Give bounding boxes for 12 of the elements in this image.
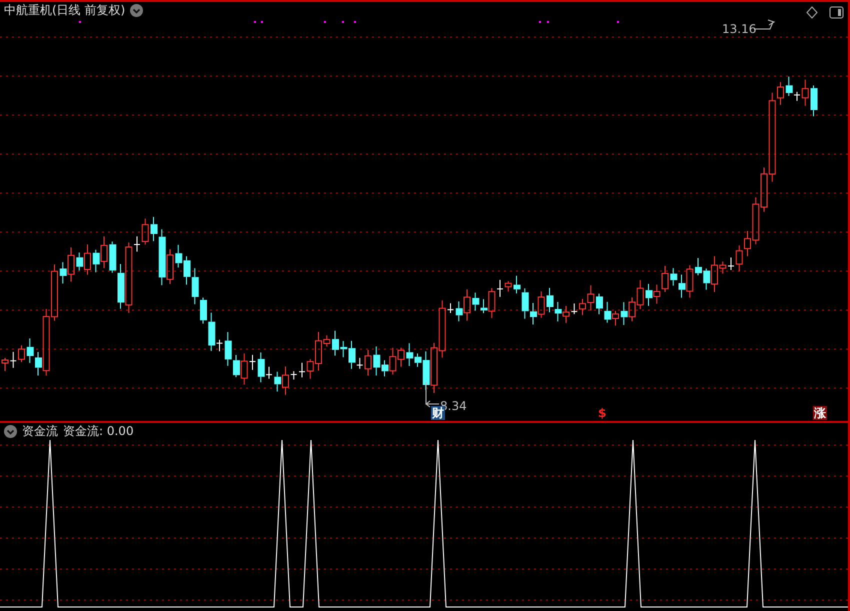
indicator-reading: 资金流: 0.00 (63, 424, 134, 439)
indicator-name: 资金流 (22, 424, 58, 439)
dropdown-icon[interactable] (130, 4, 144, 17)
candlestick (810, 84, 818, 117)
dollar-marker: $ (597, 406, 608, 420)
leader-line (425, 382, 440, 408)
dropdown-icon[interactable] (4, 425, 17, 438)
limit-up-marker: 涨 (813, 406, 827, 420)
diamond-icon[interactable] (806, 6, 818, 19)
chart-title: 中航重机(日线 前复权) (4, 3, 126, 18)
price-label: 13.16 (722, 21, 756, 38)
panel-toggle-icon[interactable] (830, 6, 844, 18)
